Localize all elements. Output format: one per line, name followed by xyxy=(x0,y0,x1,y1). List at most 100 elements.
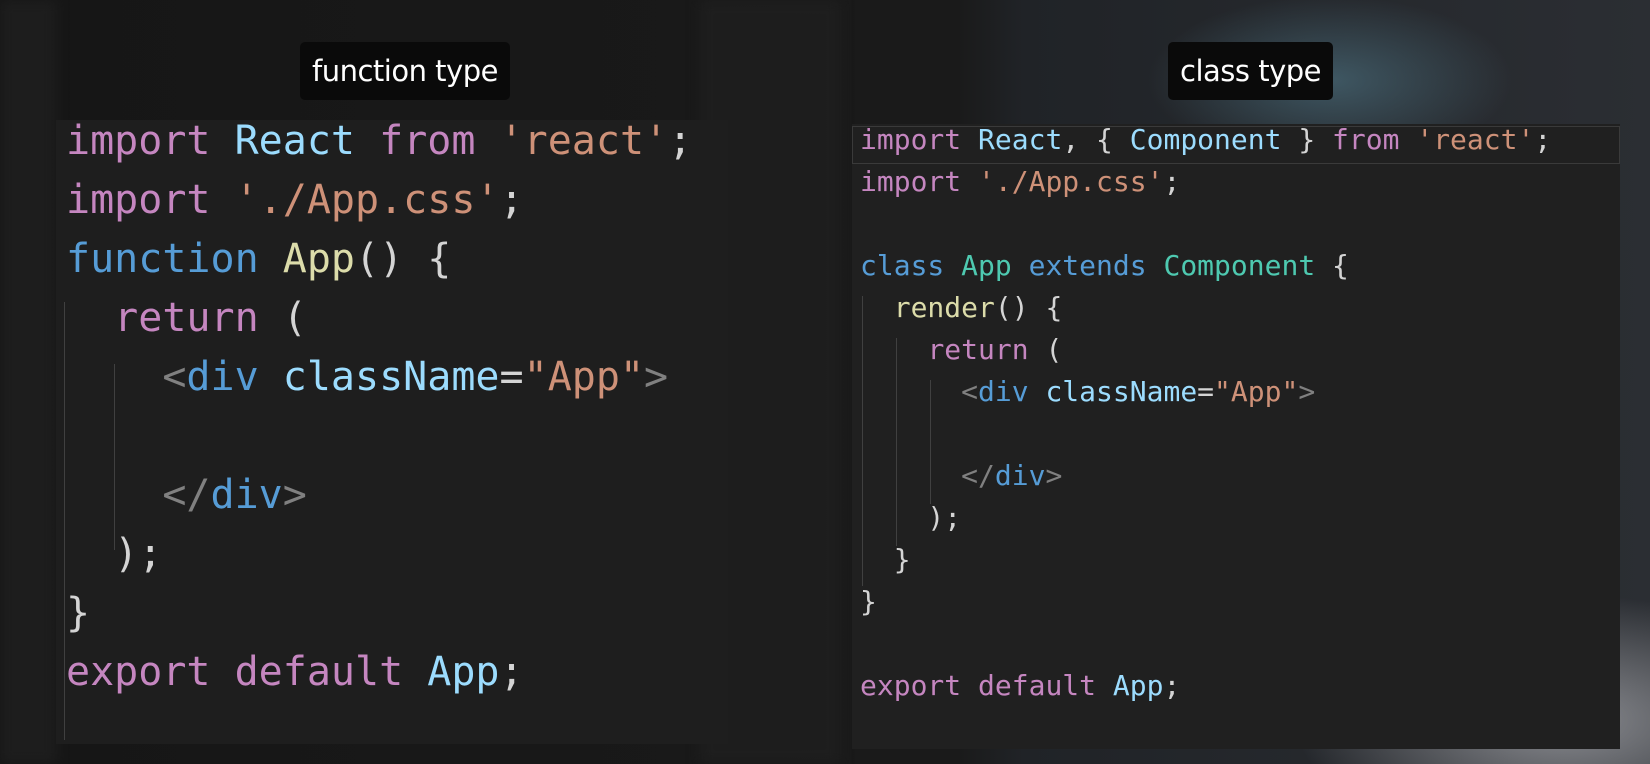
code-token: } xyxy=(1281,123,1333,156)
blurred-background-sidebar xyxy=(0,0,56,764)
code-token: ; xyxy=(1163,165,1181,198)
code-token: () { xyxy=(994,291,1063,324)
code-line: import React from 'react'; xyxy=(66,118,692,164)
code-token: = xyxy=(1197,375,1215,408)
code-token: './App.css' xyxy=(234,177,500,223)
code-token: './App.css' xyxy=(978,165,1164,198)
code-token: ; xyxy=(1534,123,1552,156)
code-token: extends xyxy=(1028,249,1147,282)
code-line: class App extends Component { xyxy=(860,249,1349,282)
code-token: ; xyxy=(668,118,693,164)
code-token: Component xyxy=(1163,249,1316,282)
code-token: > xyxy=(1045,459,1063,492)
code-token: React xyxy=(978,123,1063,156)
code-token: ); xyxy=(66,531,163,577)
code-line: return ( xyxy=(860,333,1062,366)
code-token: > xyxy=(1298,375,1316,408)
code-token: render xyxy=(893,291,995,324)
code-token: div xyxy=(994,459,1046,492)
code-token: import xyxy=(66,177,211,223)
code-line: } xyxy=(860,543,911,576)
code-token: "App" xyxy=(523,354,645,400)
code-token: < xyxy=(961,375,979,408)
code-line: ); xyxy=(66,531,162,577)
class-component-code-panel: import React, { Component } from 'react'… xyxy=(852,123,1620,749)
code-token: () { xyxy=(355,236,452,282)
code-token: export xyxy=(66,649,211,695)
code-token: default xyxy=(234,649,404,695)
code-token: React xyxy=(234,118,356,164)
code-line: import './App.css'; xyxy=(66,177,524,223)
code-token: import xyxy=(66,118,211,164)
code-token: export xyxy=(860,669,962,702)
video-frame: function type class type import React fr… xyxy=(0,0,1650,764)
code-token: default xyxy=(978,669,1097,702)
code-token: return xyxy=(114,295,259,341)
code-token: < xyxy=(162,354,187,400)
code-token: = xyxy=(499,354,524,400)
code-token: ; xyxy=(499,177,524,223)
code-line: <div className="App"> xyxy=(860,375,1315,408)
function-type-caption: function type xyxy=(300,42,510,100)
code-token: </ xyxy=(961,459,995,492)
code-line: render() { xyxy=(860,291,1063,324)
code-token: div xyxy=(978,375,1029,408)
code-line: } xyxy=(66,590,90,636)
code-token: ; xyxy=(1163,669,1181,702)
code-token: } xyxy=(860,585,877,618)
code-token: ; xyxy=(499,649,524,695)
code-token: } xyxy=(860,543,911,576)
code-token: from xyxy=(379,118,476,164)
code-line: <div className="App"> xyxy=(66,354,668,400)
code-token: > xyxy=(644,354,669,400)
code-token: ( xyxy=(258,295,307,341)
code-line: function App() { xyxy=(66,236,451,282)
code-token: </ xyxy=(162,472,211,518)
code-token: App xyxy=(1112,669,1164,702)
code-token: } xyxy=(66,590,91,636)
code-token: import xyxy=(860,165,962,198)
code-token: App xyxy=(282,236,355,282)
code-line: import React, { Component } from 'react'… xyxy=(860,123,1551,156)
code-token: , { xyxy=(1062,123,1130,156)
code-token: Component xyxy=(1129,123,1282,156)
code-token: return xyxy=(927,333,1029,366)
code-token: 'react' xyxy=(499,118,669,164)
code-token: ( xyxy=(1028,333,1063,366)
code-token: App xyxy=(427,649,500,695)
code-token: { xyxy=(1315,249,1349,282)
code-token: className xyxy=(282,354,500,400)
code-line: export default App; xyxy=(860,669,1180,702)
code-line: </div> xyxy=(66,472,307,518)
code-token: > xyxy=(282,472,307,518)
code-token: from xyxy=(1332,123,1400,156)
code-token: "App" xyxy=(1214,375,1299,408)
function-component-code-panel: import React from 'react'; import './App.… xyxy=(56,118,728,744)
code-token: import xyxy=(860,123,962,156)
code-line: ); xyxy=(860,501,961,534)
code-token: div xyxy=(186,354,259,400)
code-line: return ( xyxy=(66,295,307,341)
class-type-caption: class type xyxy=(1168,42,1333,100)
